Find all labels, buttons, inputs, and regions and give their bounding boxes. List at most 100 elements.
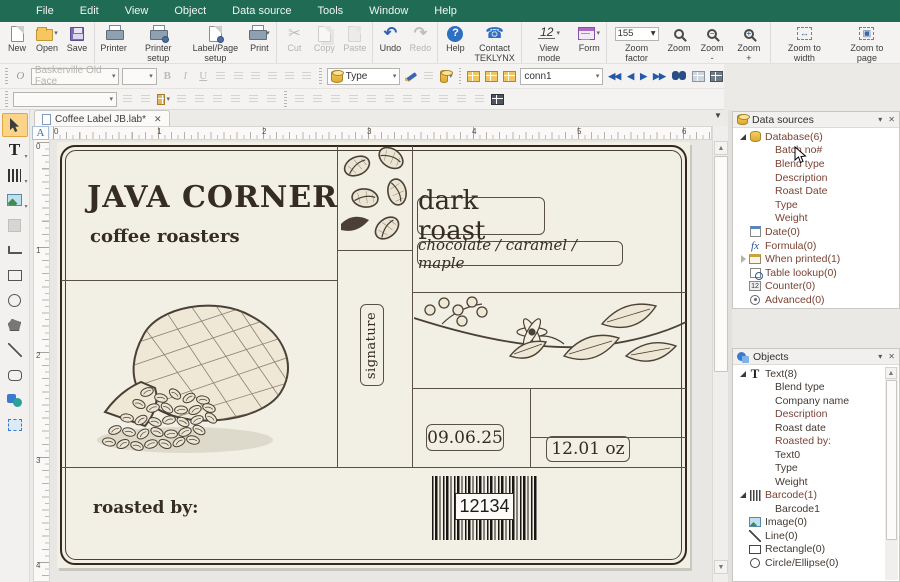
zoom-to-width-button[interactable]: ↔ Zoom to width <box>773 22 836 63</box>
signature-text[interactable]: signature <box>360 304 384 386</box>
image-tool[interactable]: ▾ <box>2 188 28 212</box>
database-grid-button[interactable] <box>691 69 706 84</box>
zoom-in-button[interactable]: + Zoom + <box>730 22 768 63</box>
collapse-panel-icon[interactable]: ▾ <box>878 115 882 124</box>
tree-item-company-name-object[interactable]: Company name <box>733 394 885 408</box>
database-export-button[interactable] <box>502 69 517 84</box>
tree-item-roast-date[interactable]: Roast Date <box>733 184 899 198</box>
zoom-out-button[interactable]: − Zoom - <box>694 22 730 63</box>
tree-item-when-printed[interactable]: When printed(1) <box>733 252 899 266</box>
form-frame-tool[interactable] <box>2 413 28 437</box>
undo-button[interactable]: ↶ Undo <box>375 22 405 63</box>
first-record-button[interactable]: ◀◀ <box>606 71 622 82</box>
print-button[interactable]: ▾ Print <box>244 22 274 63</box>
objects-header[interactable]: Objects ▾✕ <box>733 349 899 365</box>
tree-item-type-object[interactable]: Type <box>733 462 885 476</box>
tree-item-formula[interactable]: fx Formula(0) <box>733 239 899 253</box>
data-source-type-combo[interactable]: Type▾ <box>327 68 401 85</box>
tree-item-circle-group[interactable]: Circle/Ellipse(0) <box>733 556 885 570</box>
tree-item-barcode1-object[interactable]: Barcode1 <box>733 502 885 516</box>
shapes-tool[interactable] <box>2 388 28 412</box>
company-name-text[interactable]: JAVA CORNER <box>87 180 338 215</box>
polygon-tool[interactable] <box>2 313 28 337</box>
line-tool[interactable] <box>2 238 28 262</box>
scrollbar-thumb[interactable] <box>886 380 897 540</box>
tree-item-type[interactable]: Type <box>733 198 899 212</box>
tree-item-description[interactable]: Description <box>733 171 899 185</box>
tree-item-line-group[interactable]: Line(0) <box>733 529 885 543</box>
zoom-button[interactable]: Zoom <box>664 22 694 63</box>
database-view-button[interactable] <box>709 69 724 84</box>
collapse-panel-icon[interactable]: ▾ <box>878 352 882 361</box>
description-text[interactable]: chocolate / caramel / maple <box>417 241 623 266</box>
database-browse-button[interactable] <box>466 69 481 84</box>
new-button[interactable]: New <box>2 22 32 63</box>
barcode-object[interactable]: 12134 <box>432 476 537 540</box>
data-sources-header[interactable]: Data sources ▾✕ <box>733 112 899 128</box>
last-record-button[interactable]: ▶▶ <box>651 71 667 82</box>
scrollbar-thumb[interactable] <box>714 156 728 372</box>
toolbar-handle[interactable] <box>319 68 322 84</box>
roast-date-text[interactable]: 09.06.25 <box>426 424 504 451</box>
printer-button[interactable]: Printer <box>97 22 130 63</box>
database-menu-button[interactable]: ▾ <box>439 69 454 84</box>
design-canvas[interactable]: JAVA CORNER coffee roasters dark roast c… <box>50 140 712 582</box>
menu-data-source[interactable]: Data source <box>232 5 291 17</box>
tree-item-counter[interactable]: 12 Counter(0) <box>733 280 899 294</box>
tree-item-advanced[interactable]: Advanced(0) <box>733 293 899 307</box>
coffee-branch-illustration[interactable] <box>414 294 686 386</box>
close-panel-icon[interactable]: ✕ <box>888 352 895 361</box>
form-button[interactable]: ▾ Form <box>574 22 604 63</box>
tree-item-roasted-by-object[interactable]: Roasted by: <box>733 435 885 449</box>
tree-item-date[interactable]: Date(0) <box>733 225 899 239</box>
toolbar-overflow-icon[interactable]: ▼ <box>714 111 722 120</box>
tree-item-text-group[interactable]: T Text(8) <box>733 367 885 381</box>
blend-type-text[interactable]: dark roast <box>417 197 545 235</box>
expander-icon[interactable] <box>738 371 748 377</box>
select-tool[interactable] <box>2 113 28 137</box>
close-tab-icon[interactable]: ✕ <box>154 114 162 125</box>
menu-object[interactable]: Object <box>174 5 206 17</box>
connection-combo[interactable]: conn1▾ <box>520 68 603 85</box>
tree-item-roast-date-object[interactable]: Roast date <box>733 421 885 435</box>
edit-data-source-button[interactable] <box>403 69 418 84</box>
tree-item-database[interactable]: Database(6) <box>733 130 899 144</box>
tree-item-image-group[interactable]: Image(0) <box>733 516 885 530</box>
tagline-text[interactable]: coffee roasters <box>90 226 240 247</box>
open-button[interactable]: ▾ Open <box>32 22 62 63</box>
tree-item-weight-object[interactable]: Weight <box>733 475 885 489</box>
rounded-rectangle-tool[interactable] <box>2 363 28 387</box>
object-properties-button[interactable] <box>490 92 505 107</box>
save-button[interactable]: Save <box>62 22 92 63</box>
roasted-by-text[interactable]: roasted by: <box>93 498 198 518</box>
coffee-beans-illustration[interactable] <box>339 146 411 248</box>
oblique-line-tool[interactable] <box>2 338 28 362</box>
label-page[interactable]: JAVA CORNER coffee roasters dark roast c… <box>57 142 690 568</box>
next-record-button[interactable]: ▶ <box>638 71 648 82</box>
zoom-to-page-button[interactable]: ▣ Zoom to page <box>836 22 898 63</box>
canvas-vertical-scrollbar[interactable]: ▲ ▼ <box>712 126 728 582</box>
toolbar-handle[interactable] <box>5 68 8 84</box>
ruler-origin-button[interactable]: A <box>32 126 49 140</box>
objects-scrollbar[interactable]: ▲ <box>885 367 898 580</box>
barcode-tool[interactable]: ▾ <box>2 163 28 187</box>
scroll-down-icon[interactable]: ▼ <box>714 560 728 574</box>
rectangle-tool[interactable] <box>2 263 28 287</box>
expander-icon[interactable] <box>738 255 748 263</box>
help-button[interactable]: ? Help <box>440 22 470 63</box>
text-tool[interactable]: T▾ <box>2 138 28 162</box>
tree-item-blend-type[interactable]: Blend type <box>733 157 899 171</box>
tree-item-description-object[interactable]: Description <box>733 408 885 422</box>
database-import-button[interactable] <box>484 69 499 84</box>
menu-file[interactable]: File <box>36 5 54 17</box>
scroll-up-icon[interactable]: ▲ <box>885 367 897 379</box>
zoom-factor-combo[interactable]: 155▾ <box>615 27 659 41</box>
group-button[interactable]: ▾ <box>156 92 171 107</box>
coffee-sack-illustration[interactable] <box>85 290 313 458</box>
ellipse-tool[interactable] <box>2 288 28 312</box>
weight-text[interactable]: 12.01 oz <box>546 436 630 462</box>
menu-tools[interactable]: Tools <box>317 5 343 17</box>
tree-item-table-lookup[interactable]: Table lookup(0) <box>733 266 899 280</box>
menu-view[interactable]: View <box>125 5 149 17</box>
toolbar-handle[interactable] <box>5 91 8 107</box>
